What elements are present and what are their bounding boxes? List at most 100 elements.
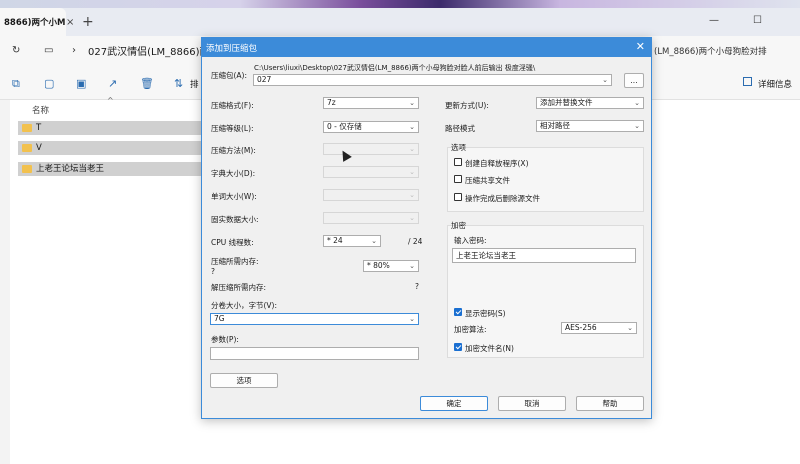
archive-label: 压缩包(A): (211, 71, 248, 80)
show-password-checkbox[interactable] (454, 308, 462, 316)
chevron-down-icon: ⌄ (627, 324, 633, 332)
address-path-tail[interactable]: (LM_8866)两个小母狗脸对排 (654, 45, 767, 57)
folder-icon (22, 144, 32, 152)
maximize-icon[interactable]: ☐ (753, 15, 762, 26)
options-button[interactable]: 选项 (210, 373, 278, 388)
delete-icon[interactable]: 🗑 (140, 77, 154, 90)
update-label: 更新方式(U): (445, 101, 489, 110)
chevron-down-icon: ⌄ (409, 123, 415, 131)
dict-select: ⌄ (323, 166, 419, 178)
show-password-label[interactable]: 显示密码(S) (465, 308, 506, 319)
new-tab-icon[interactable]: + (82, 14, 94, 30)
list-item[interactable]: V (18, 141, 204, 155)
level-select[interactable]: 0 - 仅存储 ⌄ (323, 121, 419, 133)
chevron-down-icon: ⌄ (409, 99, 415, 107)
update-value: 添加并替换文件 (540, 98, 593, 107)
method-label: 压缩方法(M): (211, 146, 256, 155)
encrypt-names-checkbox[interactable] (454, 343, 462, 351)
delete-source-label[interactable]: 操作完成后删除源文件 (465, 193, 540, 204)
file-name: V (36, 143, 42, 153)
options-group-title: 选项 (451, 143, 466, 152)
split-combo[interactable]: 7G ⌄ (210, 313, 419, 325)
sort-label[interactable]: 排 (190, 78, 199, 90)
path-mode-select[interactable]: 相对路径 ⌄ (536, 120, 644, 132)
folder-icon (22, 165, 32, 173)
cancel-button[interactable]: 取消 (498, 396, 566, 411)
threads-label: CPU 线程数: (211, 238, 254, 247)
folder-icon (22, 124, 32, 132)
sfx-label[interactable]: 创建自释放程序(X) (465, 158, 529, 169)
threads-select[interactable]: * 24 ⌄ (323, 235, 381, 247)
browse-button[interactable]: ... (624, 73, 644, 88)
password-label: 输入密码: (454, 236, 487, 245)
file-name: 上老王论坛当老王 (36, 164, 105, 174)
chevron-down-icon: ⌄ (634, 99, 640, 107)
tab-close-icon[interactable]: × (66, 17, 74, 28)
word-select: ⌄ (323, 189, 419, 201)
chevron-down-icon: ⌄ (409, 145, 415, 153)
chevron-down-icon: ⌄ (409, 191, 415, 199)
close-icon[interactable]: ✕ (636, 40, 645, 53)
path-mode-label: 路径模式 (445, 124, 475, 133)
update-select[interactable]: 添加并替换文件 ⌄ (536, 97, 644, 109)
list-item[interactable]: T (18, 121, 204, 135)
level-value: 0 - 仅存储 (327, 122, 362, 131)
archive-name-value: 027 (257, 75, 272, 84)
explorer-tab[interactable]: 8866)两个小M (0, 8, 66, 36)
encryption-group-title: 加密 (451, 221, 466, 230)
threads-value: * 24 (327, 236, 343, 245)
level-label: 压缩等级(L): (211, 124, 254, 133)
solid-select: ⌄ (323, 212, 419, 224)
shared-label[interactable]: 压缩共享文件 (465, 175, 510, 186)
add-to-archive-dialog: 添加到压缩包 ✕ 压缩包(A): C:\Users\liuxi\Desktop\… (201, 37, 652, 419)
encrypt-method-label: 加密算法: (454, 325, 487, 334)
params-input[interactable] (210, 347, 419, 360)
rename-icon[interactable]: ▣ (76, 77, 86, 90)
format-value: 7z (327, 98, 336, 107)
chevron-down-icon: ⌄ (371, 237, 377, 245)
delete-source-checkbox[interactable] (454, 193, 462, 201)
sfx-checkbox[interactable] (454, 158, 462, 166)
mem-percent-value: * 80% (367, 261, 390, 270)
shared-checkbox[interactable] (454, 175, 462, 183)
mem-decompress-value: ? (415, 282, 419, 291)
format-select[interactable]: 7z ⌄ (323, 97, 419, 109)
encrypt-method-value: AES-256 (565, 323, 597, 332)
path-mode-value: 相对路径 (540, 121, 570, 130)
mem-compress-value: ? (211, 267, 215, 276)
refresh-icon[interactable]: ↻ (12, 45, 20, 56)
dict-label: 字典大小(D): (211, 169, 256, 178)
computer-icon: ▭ (44, 45, 54, 56)
column-header-name[interactable]: 名称 (32, 104, 49, 116)
solid-label: 固实数据大小: (211, 215, 259, 224)
address-path[interactable]: 027武汉情侣(LM_8866)两个 (88, 43, 220, 58)
details-pane-icon[interactable] (743, 77, 752, 86)
copy-icon[interactable]: ⧉ (12, 77, 20, 91)
mem-decompress-label: 解压缩所需内存: (211, 283, 267, 292)
password-input[interactable]: 上老王论坛当老王 (452, 248, 636, 263)
chevron-down-icon: ⌄ (409, 262, 415, 270)
paste-icon[interactable]: ▢ (44, 77, 54, 90)
chevron-down-icon: ⌄ (409, 315, 415, 323)
minimize-icon[interactable]: — (709, 15, 719, 26)
encrypt-method-select[interactable]: AES-256 ⌄ (561, 322, 637, 334)
sort-up-icon: ^ (107, 96, 114, 105)
split-label: 分卷大小，字节(V): (211, 301, 278, 310)
dialog-title: 添加到压缩包 (206, 44, 258, 54)
ok-button[interactable]: 确定 (420, 396, 488, 411)
list-item[interactable]: 上老王论坛当老王 (18, 162, 204, 176)
archive-path: C:\Users\liuxi\Desktop\027武汉情侣(LM_8866)两… (254, 64, 536, 72)
chevron-right-icon[interactable]: › (72, 45, 76, 56)
tab-bar: 8866)两个小M × + — ☐ (0, 8, 800, 36)
share-icon[interactable]: ↗ (108, 77, 117, 90)
params-label: 参数(P): (211, 335, 239, 344)
tab-title: 8866)两个小M (4, 18, 66, 28)
sort-icon[interactable]: ⇅ (174, 77, 183, 90)
archive-name-combo[interactable]: 027 ⌄ (253, 74, 612, 86)
encrypt-names-label[interactable]: 加密文件名(N) (465, 343, 514, 354)
mem-percent-select[interactable]: * 80% ⌄ (363, 260, 419, 272)
help-button[interactable]: 帮助 (576, 396, 644, 411)
mem-compress-label: 压缩所需内存: (211, 257, 259, 266)
threads-total: / 24 (408, 237, 423, 246)
details-button[interactable]: 详细信息 (758, 78, 792, 90)
